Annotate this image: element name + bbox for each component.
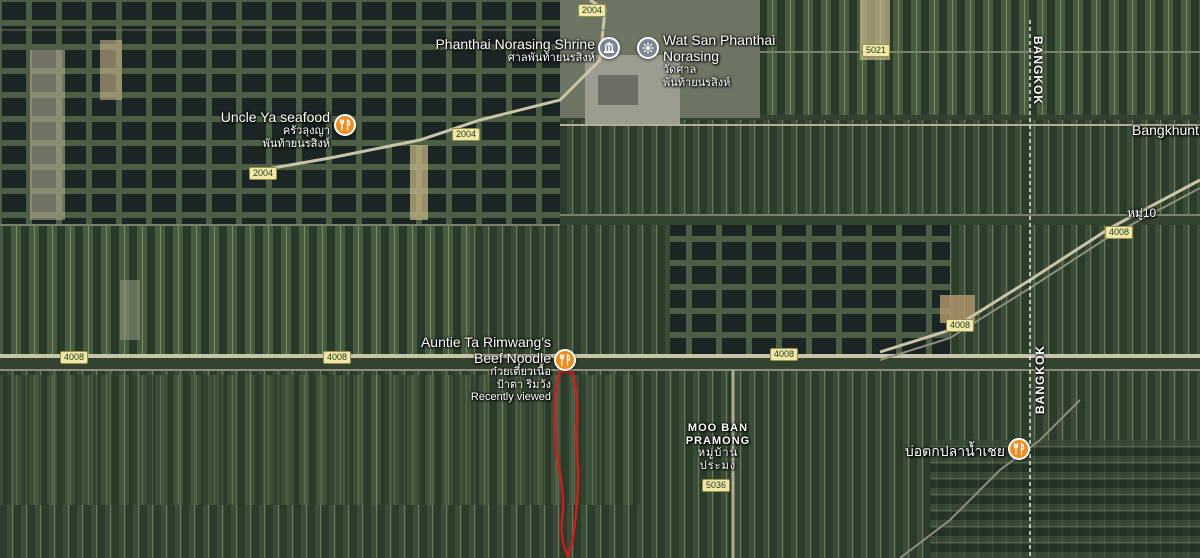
bangkok-boundary-label: BANGKOK	[1031, 36, 1045, 105]
auntie-ta-label[interactable]: Auntie Ta Rimwang's Beef Noodle ก๋วยเตี๋…	[405, 334, 551, 404]
restaurant-icon[interactable]	[334, 114, 356, 136]
landmark-icon[interactable]	[598, 37, 620, 59]
satellite-map[interactable]: 2004 2004 2004 5021 4008 4008 4008 4008 …	[0, 0, 1200, 558]
bangkhunthian-label: Bangkhunth	[1132, 122, 1200, 138]
area-line3: หมู่บ้าน	[697, 447, 739, 460]
area-line1: MOO BAN	[687, 422, 749, 434]
wat-name-line1: Wat San Phanthai	[663, 32, 776, 48]
auntie-ta-thai-line2: ป้าตา ริมวัง	[496, 378, 551, 391]
moo10-label: หมู่10	[1127, 206, 1157, 220]
area-line2: PRAMONG	[685, 434, 751, 447]
road-shield-2004: 2004	[452, 128, 481, 141]
wat-thai-line2: พันท้ายนรสิงห์	[663, 76, 731, 89]
moo-ban-pramong-label: MOO BAN PRAMONG หมู่บ้าน ประมง	[683, 422, 753, 473]
road-shield-2004: 2004	[249, 167, 278, 180]
uncle-ya-name: Uncle Ya seafood	[220, 109, 330, 125]
bangkok-boundary-label: BANGKOK	[1033, 345, 1047, 414]
road-shield-4008: 4008	[770, 348, 799, 361]
uncle-ya-thai-line1: ครัวลุงญา	[282, 125, 330, 138]
shrine-label[interactable]: Phanthai Norasing Shrine ศาลพันท้ายนรสิง…	[430, 36, 595, 65]
road-shield-4008: 4008	[1105, 226, 1134, 239]
restaurant-icon[interactable]	[1008, 438, 1030, 460]
recently-viewed-label: Recently viewed	[470, 391, 551, 404]
bo-tok-label[interactable]: บ่อตกปลาน้ำเชย	[900, 443, 1005, 459]
road-shield-4008: 4008	[323, 351, 352, 364]
uncle-ya-label[interactable]: Uncle Ya seafood ครัวลุงญา พันท้ายนรสิงห…	[190, 109, 330, 150]
restaurant-icon[interactable]	[554, 349, 576, 371]
temple-icon[interactable]	[637, 37, 659, 59]
auntie-ta-thai-line1: ก๋วยเตี๋ยวเนื้อ	[490, 366, 551, 379]
auntie-ta-name-line1: Auntie Ta Rimwang's	[420, 334, 551, 350]
uncle-ya-thai-line2: พันท้ายนรสิงห์	[262, 137, 330, 150]
road-shield-5021: 5021	[862, 44, 891, 57]
road-shield-4008: 4008	[946, 319, 975, 332]
wat-name-line2: Norasing	[663, 48, 720, 65]
shrine-name: Phanthai Norasing Shrine	[435, 36, 595, 52]
auntie-ta-name-line2: Beef Noodle	[473, 350, 551, 367]
satellite-imagery	[0, 0, 1200, 558]
area-line4: ประมง	[699, 459, 737, 472]
wat-thai-line1: วัดศาล	[663, 64, 697, 77]
road-shield-4008: 4008	[60, 351, 89, 364]
road-shield-2004: 2004	[578, 4, 607, 17]
wat-label[interactable]: Wat San Phanthai Norasing วัดศาล พันท้าย…	[663, 32, 775, 89]
shrine-thai-name: ศาลพันท้ายนรสิงห์	[507, 52, 595, 65]
road-shield-5036: 5036	[702, 479, 731, 492]
